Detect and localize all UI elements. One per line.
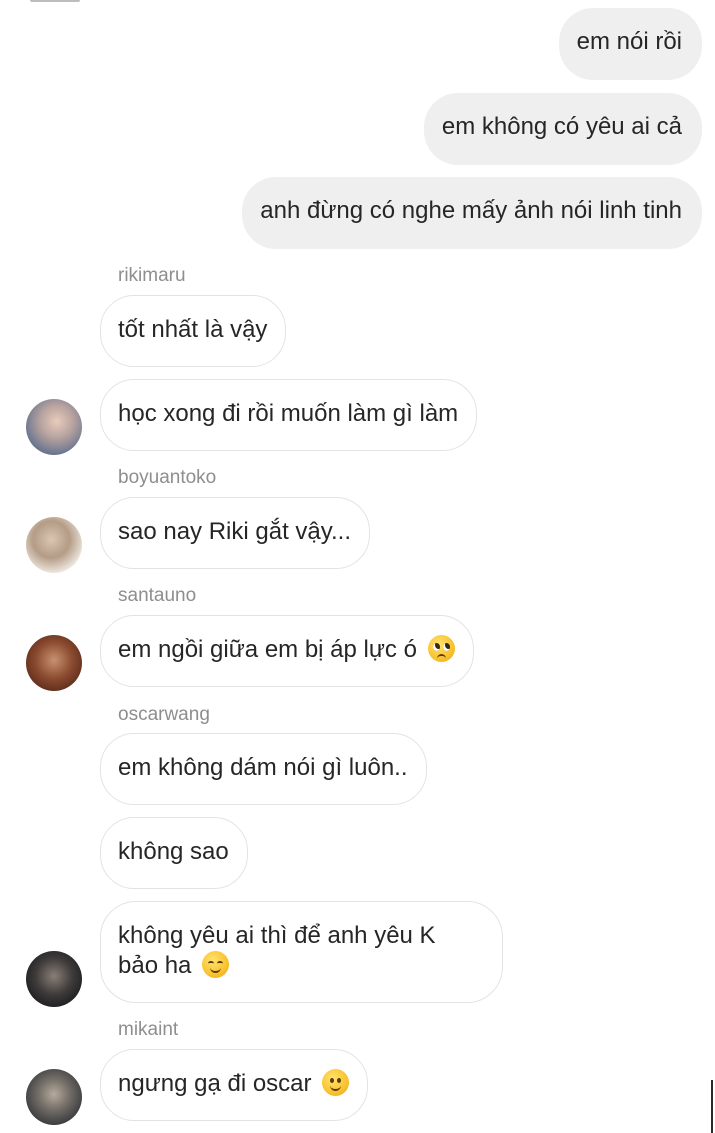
slightly-smiling-emoji <box>322 1069 350 1096</box>
outgoing-message[interactable]: em không có yêu ai cả <box>423 93 702 165</box>
incoming-message[interactable]: em ngồi giữa em bị áp lực ó <box>100 615 474 687</box>
sender-name: mikaint <box>118 1019 179 1040</box>
incoming-message[interactable]: học xong đi rồi muốn làm gì làm <box>100 379 478 451</box>
incoming-message[interactable]: sao nay Riki gắt vậy... <box>100 497 370 569</box>
avatar[interactable] <box>26 635 82 691</box>
sender-name: santauno <box>118 585 197 606</box>
avatar[interactable] <box>26 517 82 573</box>
message-text: tốt nhất là vậy <box>118 316 268 343</box>
message-text: em không có yêu ai cả <box>441 113 682 140</box>
message-text: học xong đi rồi muốn làm gì làm <box>118 400 459 427</box>
incoming-message[interactable]: không sao <box>100 817 248 889</box>
incoming-message[interactable]: ngưng gạ đi oscar <box>100 1049 369 1121</box>
sender-name: oscarwang <box>118 704 210 725</box>
scrollbar[interactable] <box>711 1080 713 1133</box>
chat-thread: em nói rồi em không có yêu ai cả anh đừn… <box>0 0 715 1133</box>
message-text: em không dám nói gì luôn.. <box>118 754 408 781</box>
outgoing-message[interactable]: anh đừng có nghe mấy ảnh nói linh tinh <box>242 177 702 249</box>
smiling-blush-emoji <box>202 951 230 978</box>
message-text: em nói rồi <box>576 28 682 55</box>
avatar[interactable] <box>26 399 82 455</box>
message-text-line: không yêu ai thì để anh yêu K <box>118 922 436 949</box>
message-text: sao nay Riki gắt vậy... <box>118 518 351 545</box>
message-text: em ngồi giữa em bị áp lực ó <box>118 636 417 663</box>
sender-name: rikimaru <box>118 265 186 286</box>
message-text: anh đừng có nghe mấy ảnh nói linh tinh <box>260 197 682 224</box>
incoming-message[interactable]: tốt nhất là vậy <box>100 295 287 367</box>
outgoing-message[interactable]: em nói rồi <box>558 8 702 80</box>
message-text: không sao <box>118 838 229 865</box>
incoming-message[interactable]: em không dám nói gì luôn.. <box>100 733 427 805</box>
message-text: ngưng gạ đi oscar <box>118 1070 312 1097</box>
avatar[interactable] <box>26 1069 82 1125</box>
avatar[interactable] <box>26 951 82 1007</box>
message-text-line: bảo ha <box>118 952 192 979</box>
partial-avatar-top <box>30 0 80 2</box>
pleading-face-emoji <box>427 635 455 662</box>
sender-name: boyuantoko <box>118 467 217 488</box>
incoming-message[interactable]: không yêu ai thì để anh yêu K bảo ha <box>100 901 503 1003</box>
